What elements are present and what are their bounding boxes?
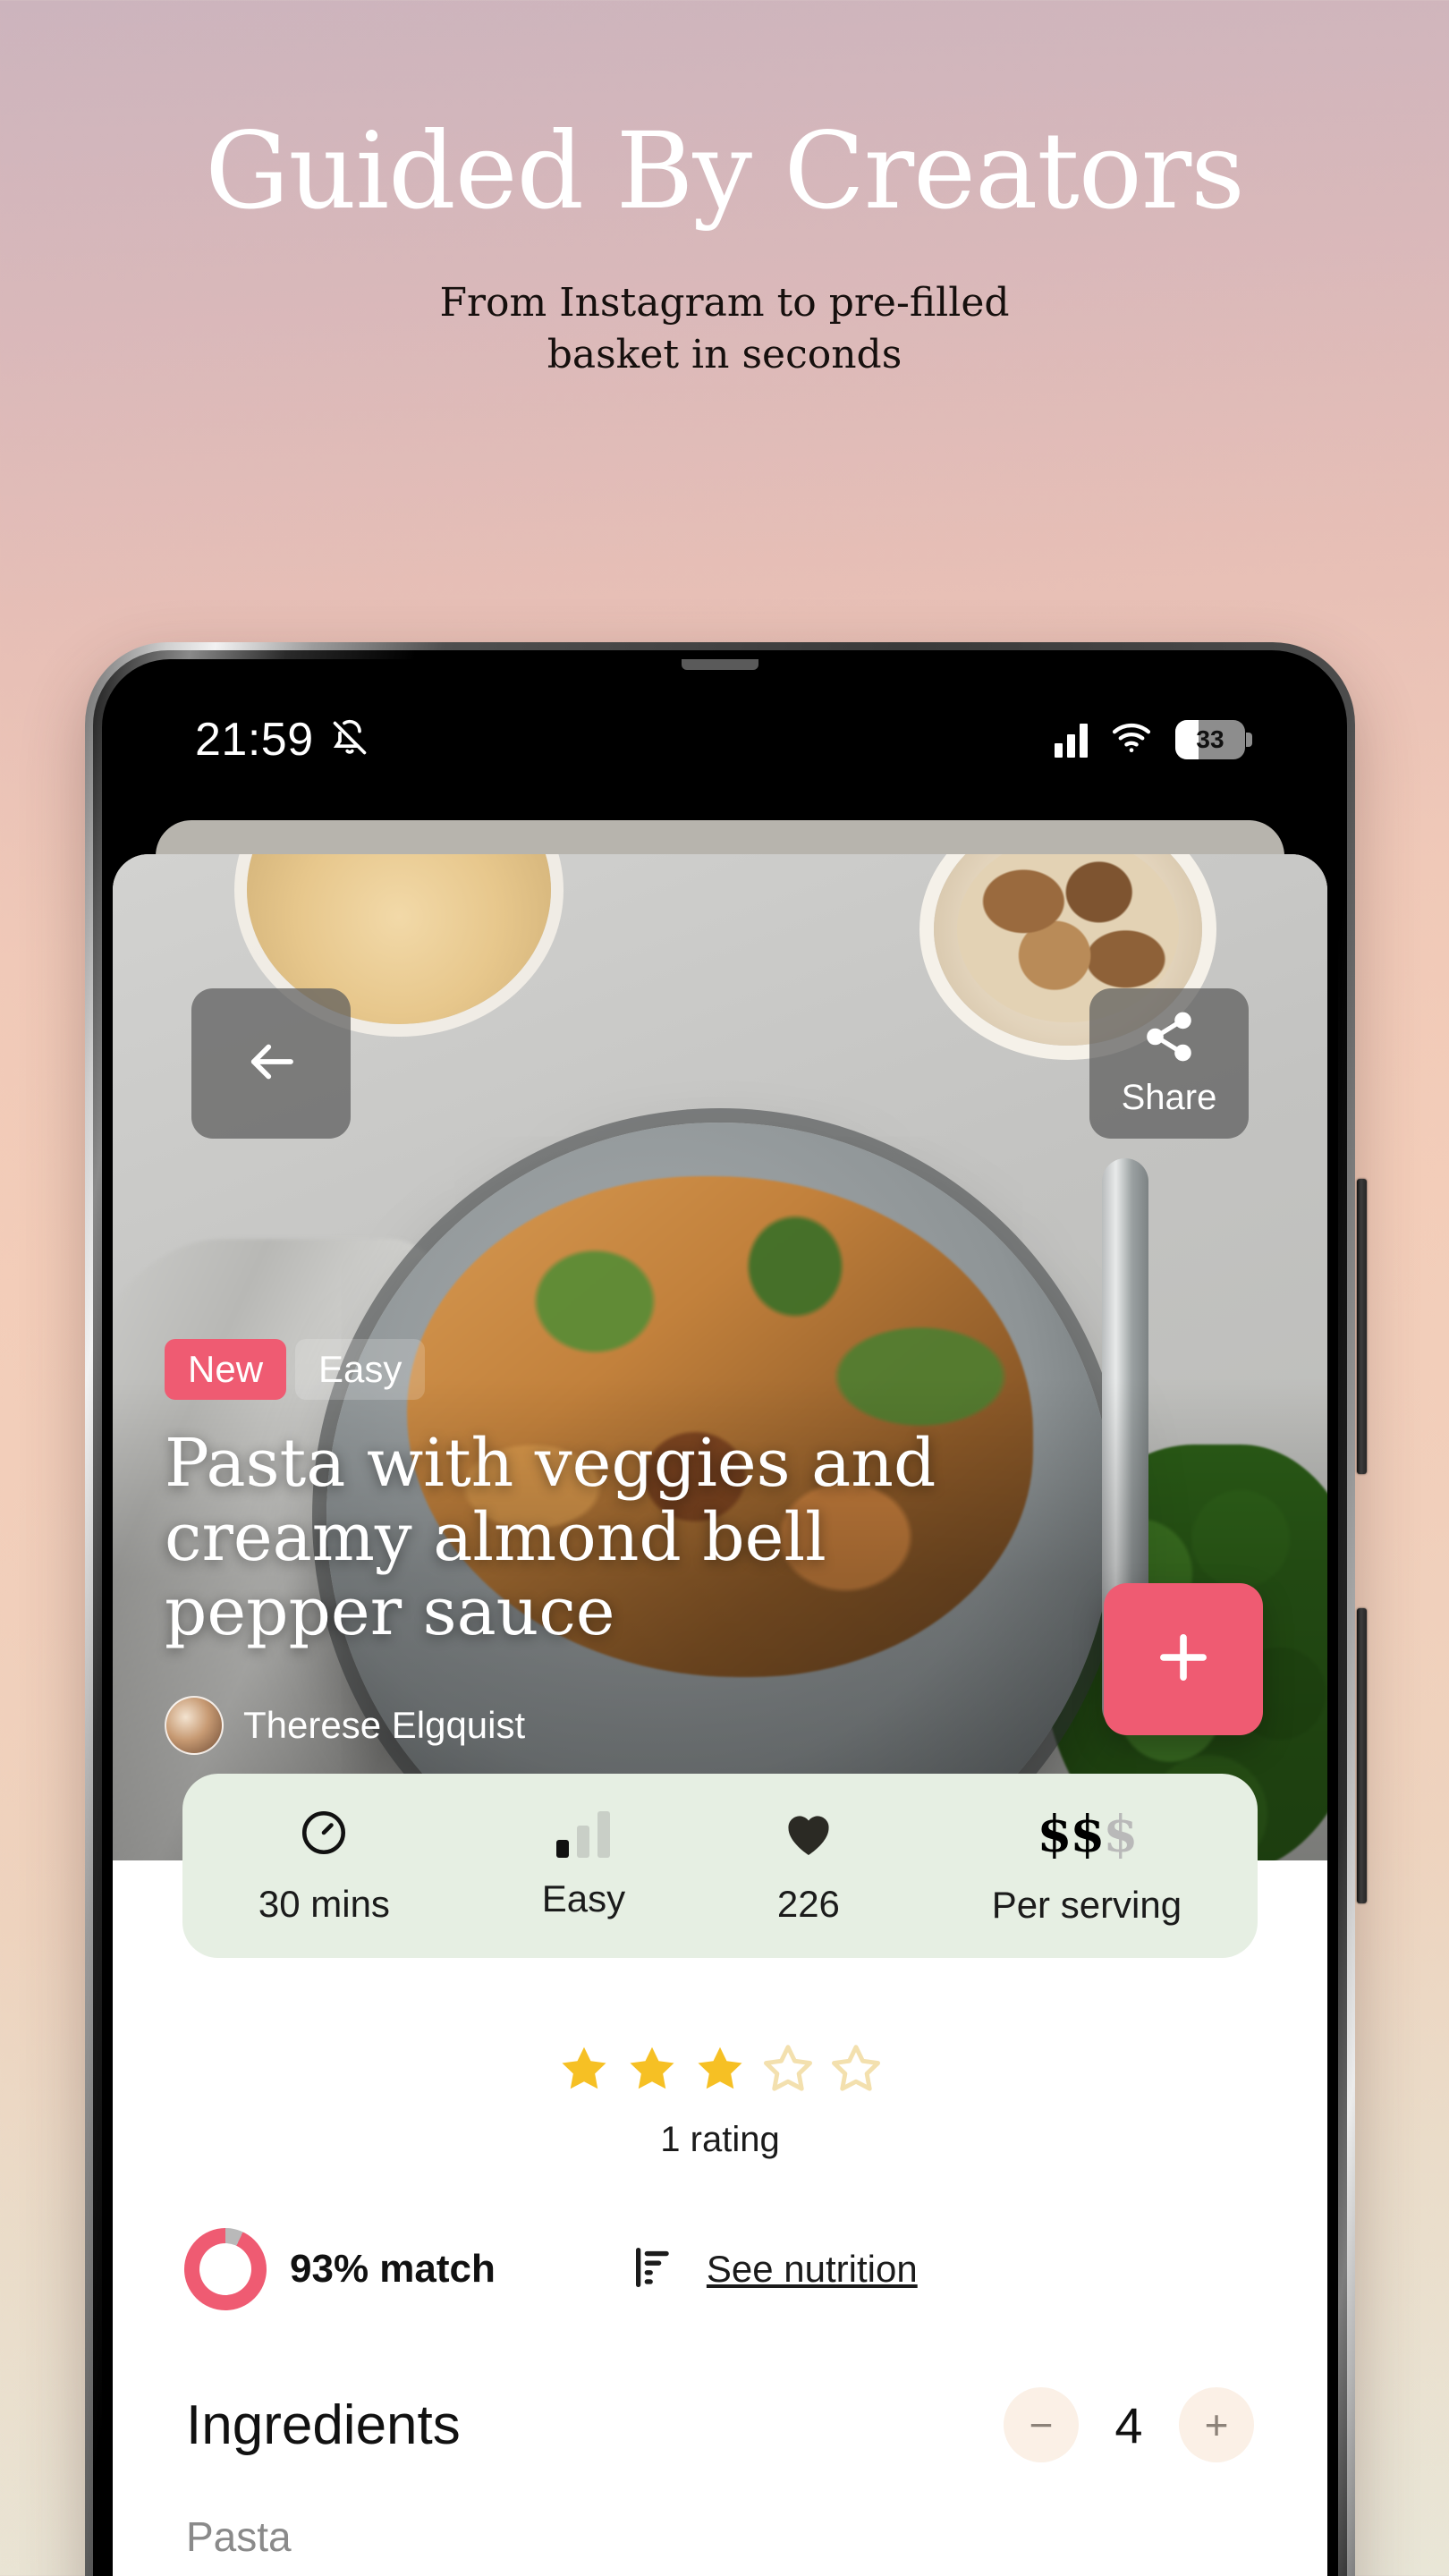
recipe-stats-bar: 30 mins Easy 226 $$$ Per serving <box>182 1774 1258 1958</box>
share-button-label: Share <box>1121 1078 1217 1117</box>
add-to-basket-button[interactable] <box>1104 1583 1263 1735</box>
status-bar-left: 21:59 <box>195 713 369 767</box>
hero-subtitle-line-1: From Instagram to pre-filled <box>439 280 1010 326</box>
match-score: 93% match <box>184 2228 496 2310</box>
stat-likes: 226 <box>777 1807 840 1926</box>
status-bar-right: 33 <box>1055 720 1252 759</box>
back-button[interactable] <box>191 988 351 1139</box>
cellular-signal-icon <box>1055 722 1088 758</box>
battery-icon: 33 <box>1175 720 1252 759</box>
wifi-icon <box>1111 722 1152 758</box>
match-donut-icon <box>184 2228 267 2310</box>
stat-likes-label: 226 <box>776 1882 840 1925</box>
decrease-servings-button[interactable]: − <box>1004 2387 1079 2462</box>
star-icon-filled <box>698 2046 742 2089</box>
volume-button[interactable] <box>1357 1179 1367 1474</box>
phone-bezel: 21:59 33 Share New Easy Pasta with veggi… <box>93 650 1347 2576</box>
ingredient-first-item: Pasta <box>186 2513 292 2560</box>
ingredients-title: Ingredients <box>186 2394 461 2456</box>
servings-stepper: − 4 + <box>1004 2387 1254 2462</box>
star-icon-empty <box>764 2045 812 2091</box>
stat-difficulty-label: Easy <box>541 1877 626 1919</box>
star-icon-filled <box>562 2046 606 2089</box>
recipe-badges: New Easy <box>165 1339 426 1400</box>
match-label: 93% match <box>290 2247 496 2291</box>
stat-time: 30 mins <box>258 1807 390 1926</box>
star-icon-empty <box>832 2045 880 2091</box>
star-icon-filled <box>630 2046 674 2089</box>
stat-time-label: 30 mins <box>258 1882 390 1925</box>
page-title: Guided By Creators <box>205 109 1245 233</box>
phone-mockup: 21:59 33 Share New Easy Pasta with veggi… <box>85 642 1367 2576</box>
stat-price: $$$ Per serving <box>992 1805 1182 1927</box>
badge-new: New <box>165 1339 287 1400</box>
stat-difficulty: Easy <box>542 1811 625 1920</box>
hero-subtitle-line-2: basket in seconds <box>547 332 902 378</box>
badge-easy: Easy <box>295 1339 426 1400</box>
phone-screen: 21:59 33 Share New Easy Pasta with veggi… <box>102 659 1338 2576</box>
difficulty-icon <box>556 1811 611 1858</box>
recipe-sheet: Share New Easy Pasta with veggies and cr… <box>113 854 1327 2576</box>
rating-section: 1 rating <box>113 2041 1327 2160</box>
clock-time: 21:59 <box>195 714 314 766</box>
battery-percent-label: 33 <box>1196 725 1224 753</box>
see-nutrition-label: See nutrition <box>706 2248 918 2290</box>
bar-chart-icon <box>630 2241 682 2298</box>
recipe-author[interactable]: Therese Elgquist <box>165 1696 525 1755</box>
status-bar: 21:59 33 <box>102 659 1338 820</box>
app-content: Share New Easy Pasta with veggies and cr… <box>102 820 1338 2576</box>
bell-off-icon <box>330 718 369 762</box>
hero-subtitle: From Instagram to pre-filled basket in s… <box>0 277 1449 381</box>
recipe-details: 1 rating 93% match See nutrition Ingredi… <box>113 1968 1327 2576</box>
stat-price-label: Per serving <box>991 1884 1182 1926</box>
arrow-left-icon <box>242 1032 301 1096</box>
price-icon: $$$ <box>1037 1805 1138 1864</box>
share-icon <box>1141 1009 1197 1069</box>
recipe-title: Pasta with veggies and creamy almond bel… <box>165 1425 936 1650</box>
ingredients-header: Ingredients − 4 + <box>113 2387 1327 2462</box>
increase-servings-button[interactable]: + <box>1179 2387 1254 2462</box>
author-name: Therese Elgquist <box>243 1704 526 1746</box>
recipe-hero-image: Share New Easy Pasta with veggies and cr… <box>113 854 1327 1860</box>
avatar <box>165 1696 224 1755</box>
match-nutrition-row: 93% match See nutrition <box>113 2228 1327 2310</box>
power-button[interactable] <box>1357 1608 1367 1903</box>
plus-icon <box>1149 1623 1217 1696</box>
heart-icon <box>782 1807 835 1863</box>
see-nutrition-button[interactable]: See nutrition <box>630 2241 918 2298</box>
hero-section: Guided By Creators From Instagram to pre… <box>0 0 1449 381</box>
rating-count: 1 rating <box>660 2120 780 2159</box>
clock-icon <box>298 1807 350 1863</box>
servings-value: 4 <box>1114 2396 1143 2453</box>
rating-stars[interactable] <box>113 2041 1327 2097</box>
share-button[interactable]: Share <box>1089 988 1249 1139</box>
